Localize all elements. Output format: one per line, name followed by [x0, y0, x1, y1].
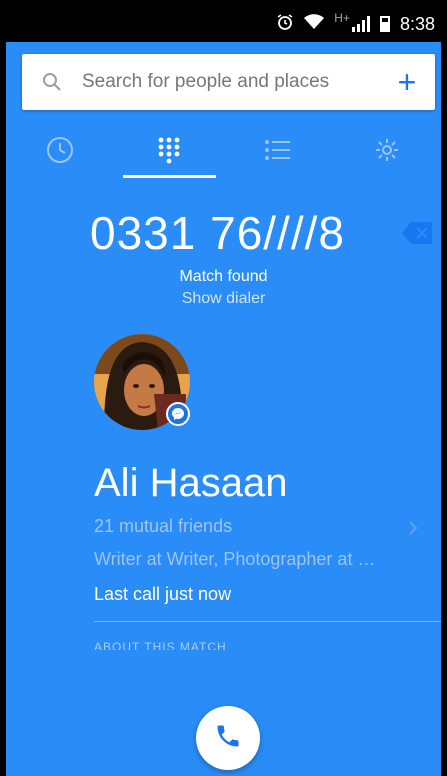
clock-icon	[46, 136, 74, 164]
status-time: 8:38	[399, 13, 435, 34]
divider	[94, 621, 441, 622]
tab-dialpad[interactable]	[115, 122, 224, 178]
number-display: 0331 76////8	[6, 206, 441, 266]
tab-settings[interactable]	[332, 122, 441, 178]
list-icon	[264, 138, 292, 162]
match-found-label: Match found	[179, 268, 268, 285]
add-icon[interactable]: +	[379, 54, 435, 110]
contact-work: Writer at Writer, Photographer at …	[94, 549, 376, 569]
about-section-header: ABOUT THIS MATCH	[94, 640, 227, 650]
tab-bar	[6, 122, 441, 178]
search-bar[interactable]: +	[22, 54, 435, 110]
chevron-right-icon[interactable]	[408, 520, 418, 541]
show-dialer-link[interactable]: Show dialer	[6, 290, 441, 308]
dialed-number: 0331 76////8	[90, 207, 345, 259]
search-input[interactable]	[82, 71, 379, 93]
backspace-icon[interactable]	[402, 222, 432, 249]
alarm-icon	[276, 13, 294, 36]
network-type: H+	[334, 11, 350, 25]
call-button[interactable]	[196, 706, 260, 770]
phone-icon	[214, 722, 242, 755]
dialpad-icon	[157, 136, 181, 164]
battery-icon	[379, 16, 390, 32]
last-call: Last call just now	[94, 584, 232, 604]
app-screen: H+ 8:38 +	[6, 6, 441, 776]
wifi-icon	[304, 13, 325, 35]
tab-recent[interactable]	[6, 122, 115, 178]
messenger-icon	[166, 402, 190, 426]
gear-icon	[374, 137, 400, 163]
status-bar: H+ 8:38	[6, 6, 441, 42]
contact-name[interactable]: Ali Hasaan	[94, 461, 287, 506]
mutual-friends: 21 mutual friends	[94, 516, 233, 536]
match-info: Match found Show dialer	[6, 268, 441, 308]
screen-frame: H+ 8:38 +	[0, 0, 447, 776]
search-icon	[22, 72, 82, 92]
signal-icon	[351, 16, 370, 32]
tab-contacts[interactable]	[224, 122, 333, 178]
